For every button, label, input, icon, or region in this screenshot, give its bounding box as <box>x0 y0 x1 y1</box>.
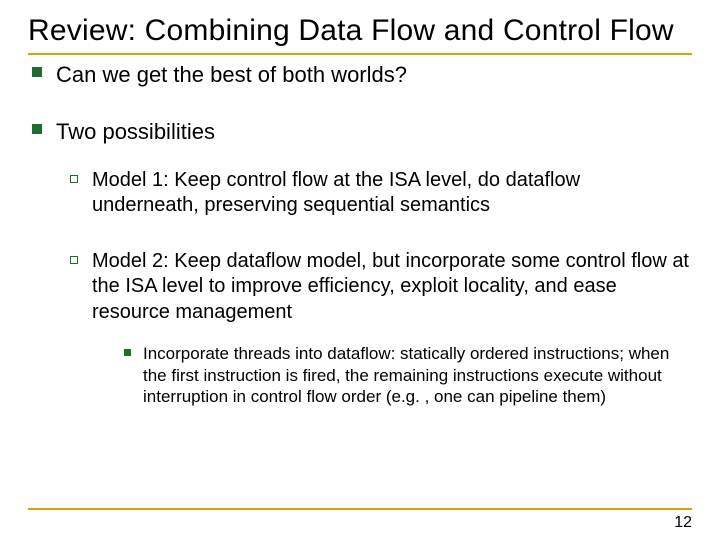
title-divider <box>28 53 692 55</box>
subsub-bullet-group: Incorporate threads into dataflow: stati… <box>124 343 692 407</box>
bullet-text: Model 2: Keep dataflow model, but incorp… <box>92 250 689 323</box>
bullet-level2: Model 2: Keep dataflow model, but incorp… <box>70 249 692 408</box>
bullet-text: Model 1: Keep control flow at the ISA le… <box>92 168 692 219</box>
slide-title: Review: Combining Data Flow and Control … <box>28 14 692 49</box>
footer-divider <box>28 508 692 510</box>
bullet-level1: Two possibilities Model 1: Keep control … <box>32 118 692 407</box>
hollow-square-bullet-icon <box>70 175 78 183</box>
bullet-level2: Model 1: Keep control flow at the ISA le… <box>70 168 692 219</box>
square-bullet-icon <box>32 124 42 134</box>
bullet-level3: Incorporate threads into dataflow: stati… <box>124 343 692 407</box>
sub-bullet-group: Model 1: Keep control flow at the ISA le… <box>70 168 692 408</box>
page-number: 12 <box>674 514 692 532</box>
bullet-level1: Can we get the best of both worlds? <box>32 61 692 89</box>
slide: Review: Combining Data Flow and Control … <box>0 0 720 540</box>
bullet-text: Two possibilities <box>56 118 215 146</box>
bullet-text: Can we get the best of both worlds? <box>56 61 407 89</box>
content-area: Can we get the best of both worlds? Two … <box>28 61 692 408</box>
square-bullet-icon <box>32 67 42 77</box>
hollow-square-bullet-icon <box>70 256 78 264</box>
bullet-text: Incorporate threads into dataflow: stati… <box>143 343 692 407</box>
square-bullet-icon <box>124 349 131 356</box>
